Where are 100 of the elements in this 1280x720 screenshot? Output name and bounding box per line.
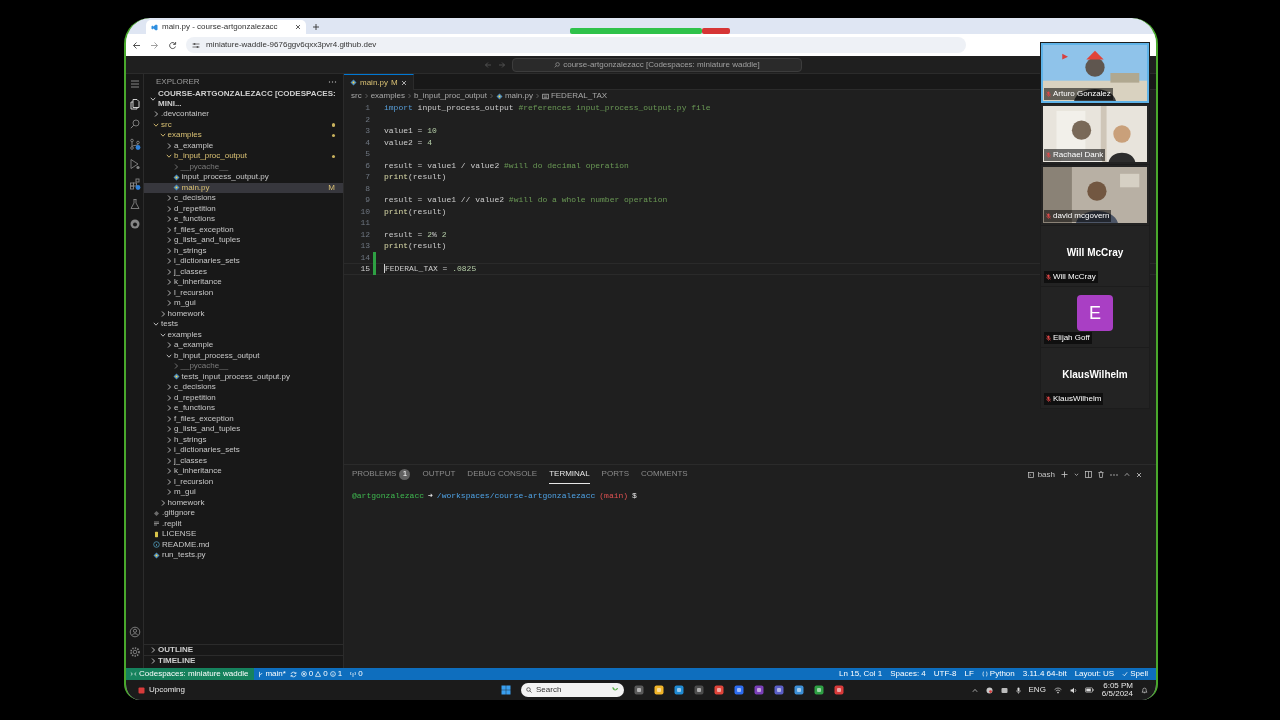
folder-item[interactable]: examples xyxy=(144,329,343,340)
folder-item[interactable]: e_functions xyxy=(144,214,343,225)
app-icon[interactable] xyxy=(674,685,684,695)
editor-tab[interactable]: main.py M xyxy=(344,74,414,90)
panel-tab[interactable]: OUTPUT xyxy=(422,465,456,484)
files-icon[interactable] xyxy=(128,98,141,110)
folder-item[interactable]: d_repetition xyxy=(144,203,343,214)
folder-item[interactable]: k_inheritance xyxy=(144,466,343,477)
blocks-icon[interactable] xyxy=(128,178,141,190)
close-icon[interactable] xyxy=(295,24,301,30)
panel-tab[interactable]: PORTS xyxy=(601,465,630,484)
folder-item[interactable]: homework xyxy=(144,497,343,508)
ports-indicator[interactable]: 0 xyxy=(346,668,367,680)
spell-check-status[interactable]: Spell xyxy=(1118,668,1152,680)
wifi-icon[interactable] xyxy=(1053,686,1062,694)
remote-indicator[interactable]: Codespaces: miniature waddle xyxy=(126,668,255,680)
plus-icon[interactable] xyxy=(312,23,320,31)
circle-logo-icon[interactable] xyxy=(128,218,141,230)
file-item[interactable]: .gitignore xyxy=(144,508,343,519)
split-icon[interactable] xyxy=(1085,471,1092,478)
folder-item[interactable]: g_lists_and_tuples xyxy=(144,235,343,246)
file-item[interactable]: main.py M xyxy=(144,182,343,193)
clock[interactable]: 6:05 PM 6/5/2024 xyxy=(1101,682,1133,698)
folder-item[interactable]: examples xyxy=(144,130,343,141)
breadcrumb-item[interactable]: src xyxy=(351,90,362,102)
app-icon[interactable] xyxy=(774,685,784,695)
folder-item[interactable]: h_strings xyxy=(144,434,343,445)
back-icon[interactable] xyxy=(132,40,141,50)
folder-item[interactable]: j_classes xyxy=(144,266,343,277)
section-header[interactable]: OUTLINE xyxy=(144,644,343,655)
command-center[interactable]: course-artgonzalezacc [Codespaces: miniature waddle] xyxy=(512,57,802,72)
folder-item[interactable]: f_files_exception xyxy=(144,224,343,235)
folder-item[interactable]: src xyxy=(144,119,343,130)
folder-item[interactable]: g_lists_and_tuples xyxy=(144,424,343,435)
app-icon[interactable] xyxy=(754,685,764,695)
flask-icon[interactable] xyxy=(128,198,141,210)
app-icon[interactable] xyxy=(694,685,704,695)
app-icon[interactable] xyxy=(654,685,664,695)
workspace-root[interactable]: COURSE-ARTGONZALEZACC [CODESPACES: MINI... xyxy=(144,89,343,109)
folder-item[interactable]: i_dictionaries_sets xyxy=(144,256,343,267)
address-field[interactable]: miniature-waddle-9676ggv6qxx3pvr4.github.dev xyxy=(186,37,966,53)
trash-icon[interactable] xyxy=(1098,471,1104,478)
search-field[interactable]: Search xyxy=(521,683,624,697)
input-language[interactable]: ENG xyxy=(1028,684,1046,696)
file-item[interactable]: input_process_output.py xyxy=(144,172,343,183)
status-item[interactable]: Ln 15, Col 1 xyxy=(835,668,887,680)
folder-item[interactable]: c_decisions xyxy=(144,193,343,204)
folder-item[interactable]: m_gui xyxy=(144,487,343,498)
folder-item[interactable]: j_classes xyxy=(144,455,343,466)
app-icon[interactable] xyxy=(634,685,644,695)
file-item[interactable]: tests_input_process_output.py xyxy=(144,371,343,382)
folder-item[interactable]: tests xyxy=(144,319,343,330)
search-icon[interactable] xyxy=(128,118,141,130)
account-icon[interactable] xyxy=(128,626,141,638)
folder-item[interactable]: a_example xyxy=(144,340,343,351)
status-item[interactable]: UTF-8 xyxy=(929,668,961,680)
file-item[interactable]: LICENSE xyxy=(144,529,343,540)
status-item[interactable]: Layout: US xyxy=(1070,668,1119,680)
folder-item[interactable]: m_gui xyxy=(144,298,343,309)
section-header[interactable]: TIMELINE xyxy=(144,655,343,666)
caret-icon[interactable] xyxy=(1074,472,1079,477)
more-icon[interactable] xyxy=(328,79,337,84)
file-item[interactable]: run_tests.py xyxy=(144,550,343,561)
folder-item[interactable]: .devcontainer xyxy=(144,109,343,120)
battery-icon[interactable] xyxy=(1084,687,1094,693)
folder-item[interactable]: l_recursion xyxy=(144,287,343,298)
terminal-shell-button[interactable]: bash xyxy=(1027,468,1055,481)
breadcrumb-item[interactable]: b_input_proc_output xyxy=(413,90,487,102)
app-icon[interactable] xyxy=(734,685,744,695)
notification-button[interactable]: Upcoming xyxy=(138,684,185,696)
panel-tab[interactable]: PROBLEMS 1 xyxy=(352,465,411,484)
microphone-icon[interactable] xyxy=(1015,686,1021,694)
folder-item[interactable]: h_strings xyxy=(144,245,343,256)
language-mode[interactable]: Python xyxy=(977,668,1019,680)
app-icon[interactable] xyxy=(814,685,824,695)
app-icon[interactable] xyxy=(714,685,724,695)
folder-item[interactable]: a_example xyxy=(144,140,343,151)
folder-item[interactable]: b_input_process_output xyxy=(144,350,343,361)
folder-item[interactable]: d_repetition xyxy=(144,392,343,403)
panel-tab[interactable]: TERMINAL xyxy=(549,465,590,484)
folder-item[interactable]: __pycache__ xyxy=(144,161,343,172)
folder-item[interactable]: b_input_proc_output xyxy=(144,151,343,162)
folder-item[interactable]: i_dictionaries_sets xyxy=(144,445,343,456)
chevron-up-icon[interactable] xyxy=(1124,472,1130,477)
breadcrumb-item[interactable]: main.py xyxy=(504,90,533,102)
browser-tab[interactable]: main.py - course-artgonzalezacc xyxy=(146,20,306,34)
status-item[interactable]: 3.11.4 64-bit xyxy=(1018,668,1071,680)
start-icon[interactable] xyxy=(501,685,511,695)
bell-icon[interactable] xyxy=(1141,686,1148,694)
settings-icon[interactable] xyxy=(128,646,141,658)
branch-indicator[interactable]: main* xyxy=(254,668,290,680)
status-item[interactable]: LF xyxy=(960,668,978,680)
folder-item[interactable]: f_files_exception xyxy=(144,413,343,424)
folder-item[interactable]: e_functions xyxy=(144,403,343,414)
site-settings-icon[interactable] xyxy=(192,41,200,49)
reload-icon[interactable] xyxy=(168,40,177,50)
more-icon[interactable] xyxy=(1110,472,1118,477)
problems-indicator[interactable]: 0 0 1 xyxy=(296,668,347,680)
folder-item[interactable]: l_recursion xyxy=(144,476,343,487)
file-item[interactable]: README.md xyxy=(144,539,343,550)
